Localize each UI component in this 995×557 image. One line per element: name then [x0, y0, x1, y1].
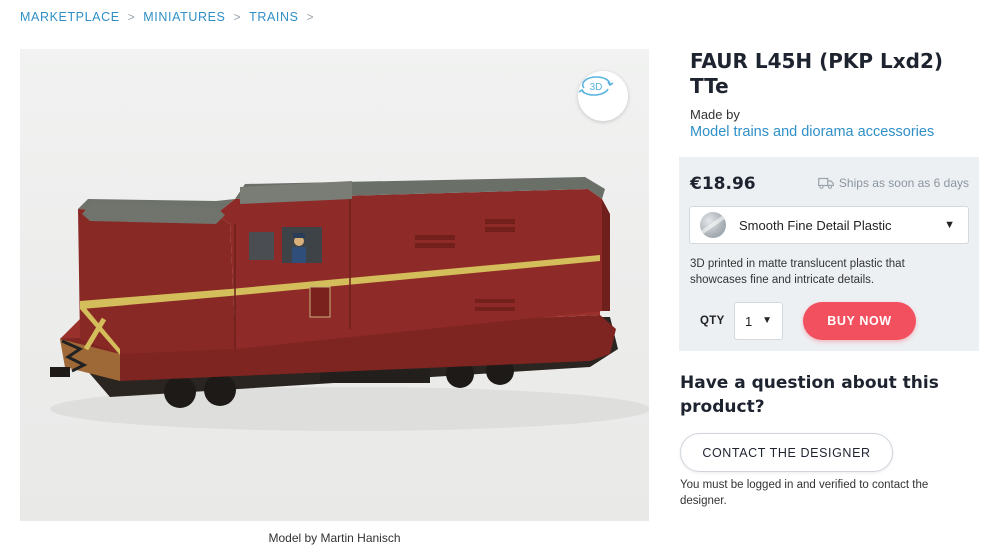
designer-link[interactable]: Model trains and diorama accessories [690, 124, 934, 140]
question-heading: Have a question about this product? [680, 373, 939, 417]
material-description: 3D printed in matte translucent plastic … [690, 258, 905, 286]
image-caption: Model by Martin Hanisch [268, 531, 401, 545]
qty-label: QTY [700, 315, 725, 327]
material-swatch [700, 212, 726, 238]
view-3d-button[interactable]: 3D [578, 71, 628, 121]
chevron-right-icon: > [306, 10, 315, 24]
chevron-right-icon: > [127, 10, 136, 24]
contact-designer-button[interactable]: CONTACT THE DESIGNER [680, 433, 893, 472]
buy-now-button[interactable]: BUY NOW [803, 302, 916, 340]
badge-label: 3D [590, 82, 603, 93]
truck-icon [818, 177, 834, 189]
qty-select[interactable]: 1 ▼ [734, 302, 783, 340]
chevron-right-icon: > [233, 10, 242, 24]
rotate-3d-icon: 3D [578, 76, 614, 96]
contact-note: You must be logged in and verified to co… [680, 479, 929, 507]
breadcrumb-marketplace[interactable]: MARKETPLACE [20, 10, 120, 24]
caret-down-icon: ▼ [762, 315, 772, 326]
purchase-box: €18.96 Ships as soon as 6 days Smooth Fi… [679, 157, 979, 351]
product-title: FAUR L45H (PKP Lxd2) TTe [690, 49, 944, 98]
price: €18.96 [690, 174, 756, 194]
material-selected-label: Smooth Fine Detail Plastic [739, 217, 892, 233]
breadcrumb: MARKETPLACE > MINIATURES > TRAINS > [20, 10, 322, 24]
shipping-text: Ships as soon as 6 days [838, 176, 969, 190]
material-select[interactable]: Smooth Fine Detail Plastic ▼ [689, 206, 969, 244]
product-image[interactable]: 3D [20, 49, 649, 521]
breadcrumb-miniatures[interactable]: MINIATURES [143, 10, 225, 24]
shipping-info: Ships as soon as 6 days [818, 176, 969, 190]
made-by-label: Made by [690, 107, 740, 122]
qty-value: 1 [745, 314, 753, 329]
locomotive-model-illustration [50, 177, 649, 431]
breadcrumb-trains[interactable]: TRAINS [249, 10, 298, 24]
caret-down-icon: ▼ [944, 219, 955, 231]
